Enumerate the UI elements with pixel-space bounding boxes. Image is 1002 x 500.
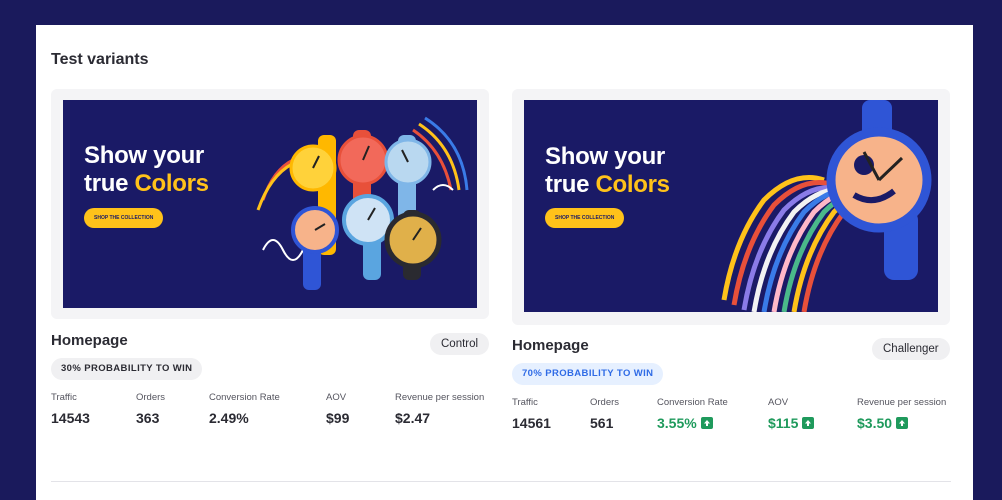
metric-value-revenue-per-session: $2.47 xyxy=(395,410,431,426)
banner-image-challenger: Show your true Colors SHOP THE COLLECTIO… xyxy=(524,100,938,312)
metric-label-aov: AOV xyxy=(326,392,347,403)
challenger-badge: Challenger xyxy=(872,338,950,360)
arrow-up-icon xyxy=(700,417,713,429)
metric-value-orders: 363 xyxy=(136,410,160,426)
panel-title: Test variants xyxy=(51,51,149,68)
control-badge: Control xyxy=(430,333,490,355)
metric-value-orders: 561 xyxy=(590,415,614,431)
probability-badge-control: 30% PROBABILITY TO WIN xyxy=(51,358,203,380)
metric-value-text: $115 xyxy=(768,415,799,431)
probability-badge-challenger: 70% PROBABILITY TO WIN xyxy=(512,363,664,385)
variant-name-control: Homepage xyxy=(51,332,128,349)
variant-name-challenger: Homepage xyxy=(512,337,589,354)
metric-value-revenue-per-session: $3.50 xyxy=(857,415,909,431)
metric-label-revenue-per-session: Revenue per session xyxy=(857,397,947,408)
test-variants-panel: Test variants Show your true Colors SHOP… xyxy=(36,25,973,500)
metric-value-text: 3.55% xyxy=(657,415,697,431)
watch-illustration xyxy=(721,100,932,312)
metric-label-conversion-rate: Conversion Rate xyxy=(657,397,728,408)
variant-card-control[interactable]: Show your true Colors SHOP THE COLLECTIO… xyxy=(51,89,489,319)
variant-card-challenger[interactable]: Show your true Colors SHOP THE COLLECTIO… xyxy=(512,89,950,325)
metric-label-conversion-rate: Conversion Rate xyxy=(209,392,280,403)
metric-label-orders: Orders xyxy=(590,397,620,408)
watches-illustration xyxy=(256,116,469,290)
metric-value-conversion-rate: 3.55% xyxy=(657,415,713,431)
metric-value-traffic: 14543 xyxy=(51,410,90,426)
metric-label-traffic: Traffic xyxy=(51,392,77,403)
banner-image-control: Show your true Colors SHOP THE COLLECTIO… xyxy=(63,100,477,308)
arrow-up-icon xyxy=(896,417,909,429)
metric-value-conversion-rate: 2.49% xyxy=(209,410,249,426)
metric-value-aov: $115 xyxy=(768,415,815,431)
metric-value-aov: $99 xyxy=(326,410,350,426)
metric-label-traffic: Traffic xyxy=(512,397,538,408)
metric-label-aov: AOV xyxy=(768,397,789,408)
arrow-up-icon xyxy=(802,417,815,429)
metric-value-text: $3.50 xyxy=(857,415,893,431)
metric-label-orders: Orders xyxy=(136,392,166,403)
metric-label-revenue-per-session: Revenue per session xyxy=(395,392,485,403)
section-divider xyxy=(51,481,951,482)
metric-value-traffic: 14561 xyxy=(512,415,551,431)
